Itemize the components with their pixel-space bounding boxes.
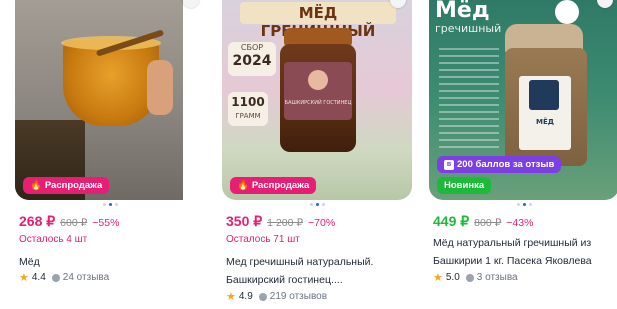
reviews-count[interactable]: 219 отзывов [270,291,327,302]
discount: −70% [308,217,336,229]
new-badge: Новинка [437,177,492,194]
sale-badge: 🔥 Распродажа [23,177,110,194]
product-card[interactable]: 🔥 Распродажа 268 ₽ 600 ₽ −55% Осталось 4… [15,0,205,309]
reviews-count[interactable]: 3 отзыва [477,272,518,283]
price-row: 268 ₽ 600 ₽ −55% [19,213,119,230]
pager-dot[interactable] [516,203,520,206]
old-price: 800 ₽ [474,217,502,229]
pager-dot[interactable] [321,203,325,206]
stock-left: Осталось 4 шт [19,234,88,245]
discount: −43% [506,217,534,229]
price-row: 350 ₽ 1 200 ₽ −70% [226,213,335,230]
image-title-small: гречишный [435,22,502,35]
reviews-bubble-icon [465,273,474,282]
rating-value: 4.4 [31,272,46,283]
reviews-count[interactable]: 24 отзыва [63,272,109,283]
product-image[interactable]: Мёд гречишный МЁД в 200 баллов за отзыв … [429,0,617,200]
jar-label: БАШКИРСКИЙ ГОСТИНЕЦ [284,100,352,106]
pager-dot[interactable] [108,203,112,206]
reviews-bubble-icon [258,292,267,301]
pager-dot[interactable] [114,203,118,206]
price: 449 ₽ [433,213,470,229]
product-image[interactable]: 🔥 Распродажа [15,0,205,200]
fire-icon: 🔥 [30,180,42,191]
rating-value: 5.0 [445,272,460,283]
image-pager[interactable] [222,203,412,206]
pager-dot[interactable] [309,203,313,206]
product-title[interactable]: Мед гречишный натуральный. Башкирский го… [226,253,412,289]
rating-row: ★ 4.9 219 отзывов [226,290,327,303]
harvest-label: СБОР [240,43,264,52]
rating-value: 4.9 [238,291,253,302]
product-card[interactable]: МЁД ГРЕЧИШНЫЙ СБОР 2024 1100 ГРАММ БАШКИ… [222,0,412,309]
star-icon: ★ [433,272,443,284]
favorite-heart-icon[interactable] [597,0,613,8]
favorite-heart-icon[interactable] [183,0,199,8]
stock-left: Осталось 71 шт [226,234,300,245]
points-badge: в 200 баллов за отзыв [437,156,562,173]
fire-icon: 🔥 [237,180,249,191]
rating-row: ★ 5.0 3 отзыва [433,271,518,284]
pager-dot[interactable] [315,203,319,206]
weight-value: 1100 [231,95,265,109]
sale-badge: 🔥 Распродажа [230,177,317,194]
discount: −55% [92,217,120,229]
product-title[interactable]: Мёд [19,253,205,271]
vk-icon: в [444,159,454,170]
star-icon: ★ [19,272,29,284]
product-image[interactable]: МЁД ГРЕЧИШНЫЙ СБОР 2024 1100 ГРАММ БАШКИ… [222,0,412,200]
image-pager[interactable] [15,203,205,206]
pager-dot[interactable] [102,203,106,206]
old-price: 1 200 ₽ [267,217,304,229]
product-title[interactable]: Мёд натуральный гречишный из Башкирии 1 … [433,234,617,270]
pager-dot[interactable] [528,203,532,206]
price: 268 ₽ [19,213,56,229]
image-title-big: Мёд [435,0,490,23]
product-card[interactable]: Мёд гречишный МЁД в 200 баллов за отзыв … [429,0,617,309]
price: 350 ₽ [226,213,263,229]
rating-row: ★ 4.4 24 отзыва [19,271,109,284]
jar-label: МЁД [536,118,554,126]
reviews-bubble-icon [51,273,60,282]
price-row: 449 ₽ 800 ₽ −43% [433,213,533,230]
pager-dot[interactable] [522,203,526,206]
harvest-year: 2024 [232,53,272,69]
old-price: 600 ₽ [60,217,88,229]
image-pager[interactable] [429,203,617,206]
star-icon: ★ [226,291,236,303]
weight-unit: ГРАММ [235,112,261,120]
